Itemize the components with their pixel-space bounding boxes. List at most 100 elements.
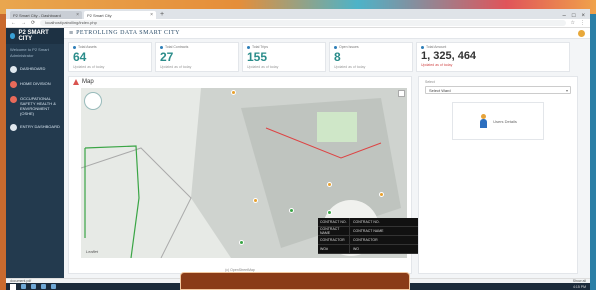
minimize-icon[interactable]: – [563,13,566,19]
warning-icon [73,79,79,85]
safety-icon [10,96,17,103]
close-icon[interactable]: × [150,12,153,18]
page-title: PETROLLING DATA SMART CITY [76,30,180,36]
tab-label: P2 Smart City [87,12,112,18]
entry-icon [10,124,17,131]
stat-label: Open Issues [339,45,359,49]
popup-key: WO# [318,244,350,254]
top-bar: ≡ PETROLLING DATA SMART CITY [64,28,590,39]
map-pin[interactable] [379,192,384,197]
maximize-icon[interactable]: □ [572,13,576,19]
browser-tab-bar: P2 Smart City - Dashboard × P2 Smart Cit… [6,9,590,19]
fullscreen-icon[interactable] [398,90,405,97]
menu-dots-icon[interactable]: ⋮ [580,20,585,26]
stat-icon [334,45,337,49]
browser-tab[interactable]: P2 Smart City - Dashboard × [10,11,82,19]
map-pin[interactable] [253,198,258,203]
popup-value: CONTRACTOR [353,238,378,242]
back-icon[interactable]: ← [11,20,16,26]
stat-value: 8 [334,50,341,64]
task-view-icon[interactable] [31,284,36,289]
chevron-down-icon: ▾ [565,88,568,93]
select-value: Select Ward [429,88,451,93]
popup-key: CONTRACTOR [318,235,350,245]
sidebar-item-entry-dashboard[interactable]: ENTRY DASHBOARD [6,120,64,135]
browser-tab-active[interactable]: P2 Smart City × [84,11,156,19]
new-tab-icon[interactable]: + [160,11,164,19]
monitor-screen: P2 Smart City - Dashboard × P2 Smart Cit… [6,9,590,290]
close-window-icon[interactable]: × [581,13,585,19]
close-icon[interactable]: × [76,12,79,18]
backdrop-right [590,14,596,290]
forward-icon[interactable]: → [21,20,26,26]
sidebar-item-label: DASHBOARD [20,66,46,71]
overlay-banner [180,272,410,290]
stat-sub: Updated as of today [160,65,192,69]
popup-value: CONTRACT NAME [353,229,384,233]
file-explorer-icon[interactable] [41,284,46,289]
popup-value: WO [353,247,360,251]
address-bar: ← → ⟳ localhost/patrolling/index.php ☆ ⋮ [6,19,590,28]
stat-card[interactable]: Total Contracts 27 Updated as of today [155,42,239,72]
main-content: ≡ PETROLLING DATA SMART CITY Total Asset… [64,28,590,278]
select-label: Select [425,80,435,84]
popup-key: CONTRACT NAME [318,226,350,236]
stat-icon [160,45,163,49]
stat-sub: Updated as of today [247,65,279,69]
stat-label: Total Assets [78,45,97,49]
sidebar-user: Welcome to P2 Smart Administrator [6,44,64,62]
sidebar-item-oshe[interactable]: OCCUPATIONAL SAFETY HEALTH & ENVIRONMENT… [6,92,64,120]
user-details-card[interactable]: Users Details [452,102,544,140]
stat-card-total[interactable]: Total Amount 1, 325, 464 Updated as of t… [416,42,570,72]
tab-label: P2 Smart City - Dashboard [13,12,61,18]
brand[interactable]: P2 SMART CITY [6,28,64,44]
brand-name: P2 SMART CITY [18,30,49,42]
stat-value: 1, 325, 464 [421,50,477,62]
map-pin[interactable] [327,210,332,215]
home-icon [10,81,17,88]
stats-row: Total Assets 64 Updated as of today Tota… [64,39,590,75]
zoom-control[interactable] [84,92,102,110]
sidebar-item-home-division[interactable]: HOME DIVISION [6,77,64,92]
stat-icon [73,45,76,49]
reload-icon[interactable]: ⟳ [31,20,35,26]
side-panel: Select Select Ward ▾ Users Details [418,76,578,274]
stat-value: 155 [247,50,268,64]
map-pin[interactable] [327,182,332,187]
popup-value: CONTRACT NO. [353,220,380,224]
person-icon [479,114,488,128]
user-details-label: Users Details [493,118,517,124]
sidebar-item-dashboard[interactable]: DASHBOARD [6,62,64,77]
hamburger-icon[interactable]: ≡ [69,30,73,37]
user-role: Administrator [10,53,34,58]
clock: 4:15 PM [572,284,586,289]
map-title: Map [82,79,94,85]
sidebar-item-label: ENTRY DASHBOARD [20,124,60,129]
url-input[interactable]: localhost/patrolling/index.php [40,20,566,26]
stat-value: 27 [160,50,174,64]
stat-card[interactable]: Open Issues 8 Updated as of today [329,42,413,72]
ward-select[interactable]: Select Ward ▾ [425,86,571,94]
avatar[interactable] [578,29,585,37]
sidebar-item-label: HOME DIVISION [20,81,51,86]
stat-label: Total Contracts [165,45,189,49]
sidebar-item-label: OCCUPATIONAL SAFETY HEALTH & ENVIRONMENT… [20,96,56,116]
chrome-icon[interactable] [51,284,56,289]
window-controls: – □ × [563,13,590,19]
stat-sub: Updated as of today [421,63,453,67]
stat-label: Total Amount [426,45,447,49]
sidebar: P2 SMART CITY Welcome to P2 Smart Admini… [6,28,64,278]
map-header: Map [69,77,411,87]
search-icon[interactable] [21,284,26,289]
stat-card[interactable]: Total Trips 155 Updated as of today [242,42,326,72]
stat-icon [247,45,250,49]
map-pin[interactable] [289,208,294,213]
stat-label: Total Trips [252,45,268,49]
map-pin[interactable] [239,240,244,245]
stat-card[interactable]: Total Assets 64 Updated as of today [68,42,152,72]
windows-start-icon[interactable] [10,283,16,290]
stat-sub: Updated as of today [73,65,105,69]
map-attribution[interactable]: Leaflet [86,249,98,254]
star-icon[interactable]: ☆ [571,20,575,26]
map-pin[interactable] [231,90,236,95]
